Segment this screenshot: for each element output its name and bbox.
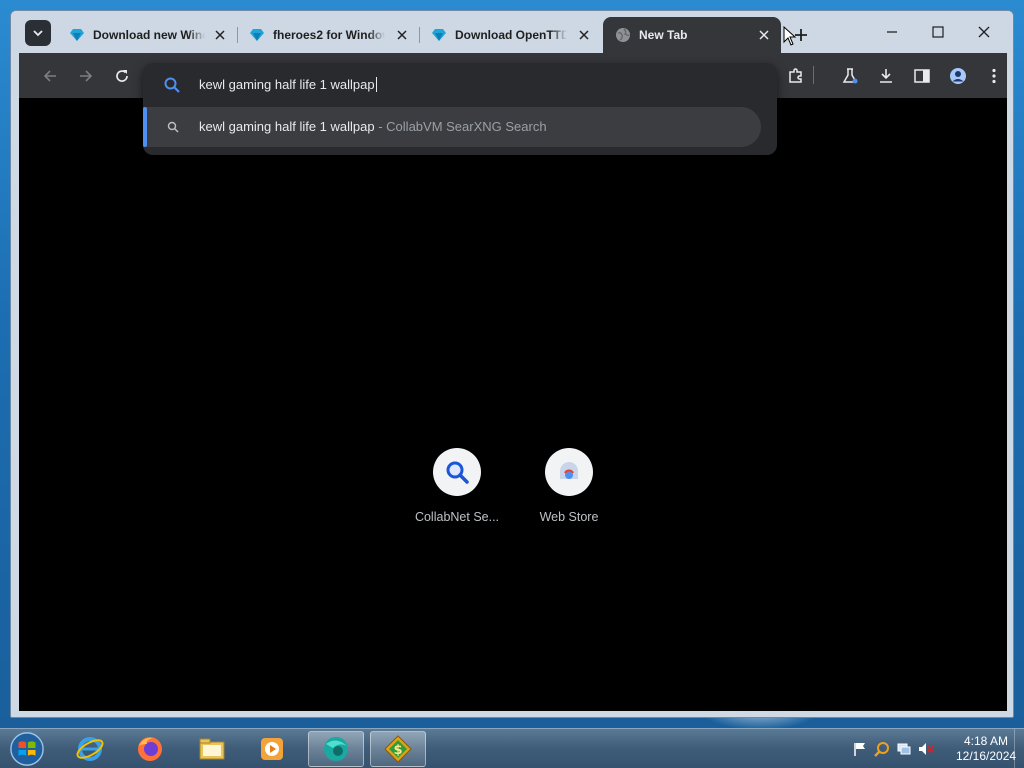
omnibox-suggestion[interactable]: kewl gaming half life 1 wallpap - Collab… [143,107,761,147]
omnibox-dropdown: kewl gaming half life 1 wallpap kewl gam… [143,63,777,155]
tab-close-button[interactable] [757,28,771,42]
tab-fheroes2[interactable]: fheroes2 for Windows [237,17,419,53]
taskbar-browser-app[interactable] [308,731,364,767]
shortcut-label: Web Store [539,510,599,524]
clock-date: 12/16/2024 [956,749,1017,763]
system-tray: 4:18 AM 12/16/2024 [834,729,1024,768]
shortcut-icon-circle [433,448,481,496]
close-icon [579,30,589,40]
menu-button[interactable] [981,63,1007,89]
puzzle-icon [789,68,802,83]
toolbar-separator [813,66,814,84]
media-player-icon [261,738,283,760]
downloads-button[interactable] [873,63,899,89]
tab-close-button[interactable] [395,28,409,42]
tab-download-openttd[interactable]: Download OpenTTD [419,17,601,53]
new-tab-page: CollabNet Se... Web Store [19,98,1007,711]
address-bar-value: kewl gaming half life 1 wallpap [199,77,375,92]
labs-button[interactable] [837,63,863,89]
money-app-icon: $ [384,735,412,763]
svg-text:$: $ [393,743,402,758]
taskbar-media-player[interactable] [244,731,300,767]
mouse-cursor-icon [783,26,797,46]
diamond-blue-icon [432,29,446,41]
tab-strip: Download new Windows fheroes2 for Window… [11,11,1013,53]
tab-title: Download new Windows [93,28,205,42]
chrome-like-app-icon [324,737,348,761]
show-desktop-button[interactable] [1014,729,1024,768]
close-icon [397,30,407,40]
flag-icon[interactable] [852,741,868,757]
suggestion-engine: CollabVM SearXNG Search [386,119,547,134]
suggestion-query: kewl gaming half life 1 wallpap [199,119,375,134]
search-icon [167,121,179,133]
minimize-icon [887,31,897,33]
chevron-down-icon [33,30,43,37]
tab-title: New Tab [639,28,688,42]
browser-window: Download new Windows fheroes2 for Window… [10,10,1014,718]
taskbar-clock[interactable]: 4:18 AM 12/16/2024 [956,734,1016,764]
tab-search-button[interactable] [25,20,51,46]
tab-new-tab[interactable]: New Tab [603,17,781,53]
clock-time: 4:18 AM [963,734,1009,748]
diamond-blue-icon [70,29,84,41]
flask-icon [842,68,858,84]
search-icon [164,77,180,93]
taskbar-file-explorer[interactable] [184,731,240,767]
suggestion-separator: - [374,119,387,134]
taskbar-firefox[interactable] [122,731,178,767]
windows-logo-icon [10,732,44,766]
tab-title: Download OpenTTD [455,28,567,42]
suggestion-text: kewl gaming half life 1 wallpap - Collab… [199,119,547,134]
maximize-button[interactable] [915,19,961,45]
maximize-icon [932,26,944,38]
avatar-icon [950,68,966,84]
address-bar-input[interactable]: kewl gaming half life 1 wallpap [199,75,759,95]
kebab-menu-icon [992,68,996,84]
extensions-button[interactable] [783,63,809,89]
firefox-icon [138,737,162,761]
suggestion-selection-bar [143,107,147,147]
close-icon [978,26,990,38]
shortcut-web-store[interactable]: Web Store [521,446,617,542]
tab-close-button[interactable] [213,28,227,42]
file-explorer-icon [199,738,225,760]
back-button[interactable] [37,63,63,89]
reload-button[interactable] [109,63,135,89]
close-icon [215,30,225,40]
tab-close-button[interactable] [577,28,591,42]
close-icon [759,30,769,40]
network-icon[interactable] [896,741,912,757]
reload-icon [116,70,128,82]
minimize-button[interactable] [869,19,915,45]
taskbar: $ 4:18 AM 12/16/2024 [0,728,1024,768]
magnifier-icon [446,461,469,484]
search-tray-icon[interactable] [874,741,890,757]
taskbar-money-app[interactable]: $ [370,731,426,767]
start-button[interactable] [6,730,48,768]
profile-button[interactable] [945,63,971,89]
internet-explorer-icon [76,737,104,761]
web-store-icon [560,462,578,479]
globe-icon [616,28,630,42]
forward-button[interactable] [73,63,99,89]
text-caret [375,77,377,92]
diamond-blue-icon [250,29,264,41]
shortcut-collabnet-search[interactable]: CollabNet Se... [409,446,505,542]
shortcut-label: CollabNet Se... [414,510,500,524]
download-icon [880,69,892,83]
side-panel-icon [914,69,930,83]
shortcut-icon-circle [545,448,593,496]
tab-title: fheroes2 for Windows [273,28,385,42]
close-window-button[interactable] [961,19,1007,45]
volume-muted-icon[interactable] [918,741,934,757]
arrow-left-icon [43,70,56,82]
taskbar-internet-explorer[interactable] [62,731,118,767]
side-panel-button[interactable] [909,63,935,89]
arrow-right-icon [80,70,93,82]
tab-download-windows[interactable]: Download new Windows [57,17,237,53]
